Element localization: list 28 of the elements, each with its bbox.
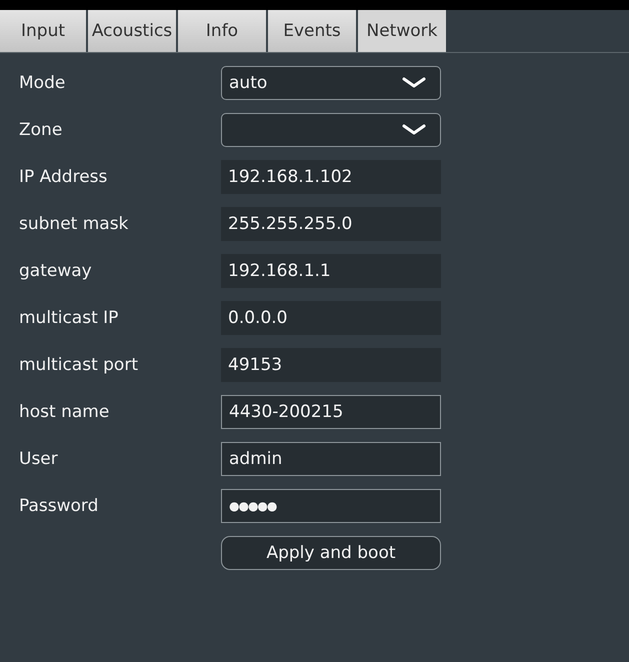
apply-button[interactable]: Apply and boot — [221, 536, 441, 570]
input-field[interactable]: admin — [221, 442, 441, 476]
field-label: gateway — [18, 261, 93, 281]
input-field[interactable]: 0.0.0.0 — [221, 301, 441, 335]
tab[interactable]: Acoustics — [88, 10, 178, 52]
tab[interactable]: Network — [358, 10, 446, 52]
input-field[interactable]: 49153 — [221, 348, 441, 382]
tab[interactable]: Info — [178, 10, 268, 52]
input-field[interactable]: 255.255.255.0 — [221, 207, 441, 241]
field-label: host name — [18, 402, 110, 422]
field-label: Password — [18, 496, 100, 516]
input-field[interactable]: 192.168.1.1 — [221, 254, 441, 288]
field-label: multicast port — [18, 355, 139, 375]
input-field[interactable]: 192.168.1.102 — [221, 160, 441, 194]
tab[interactable]: Input — [0, 10, 88, 52]
chevron-down-icon — [401, 123, 427, 137]
dropdown[interactable]: auto — [221, 66, 441, 100]
tab[interactable]: Events — [268, 10, 358, 52]
dropdown[interactable] — [221, 113, 441, 147]
field-label: Mode — [18, 73, 66, 93]
input-field[interactable]: 4430-200215 — [221, 395, 441, 429]
field-label: User — [18, 449, 59, 469]
field-label: subnet mask — [18, 214, 130, 234]
field-label: multicast IP — [18, 308, 120, 328]
chevron-down-icon — [401, 76, 427, 90]
password-field[interactable]: ●●●●● — [221, 489, 441, 523]
field-label: IP Address — [18, 167, 108, 187]
field-label: Zone — [18, 120, 64, 140]
